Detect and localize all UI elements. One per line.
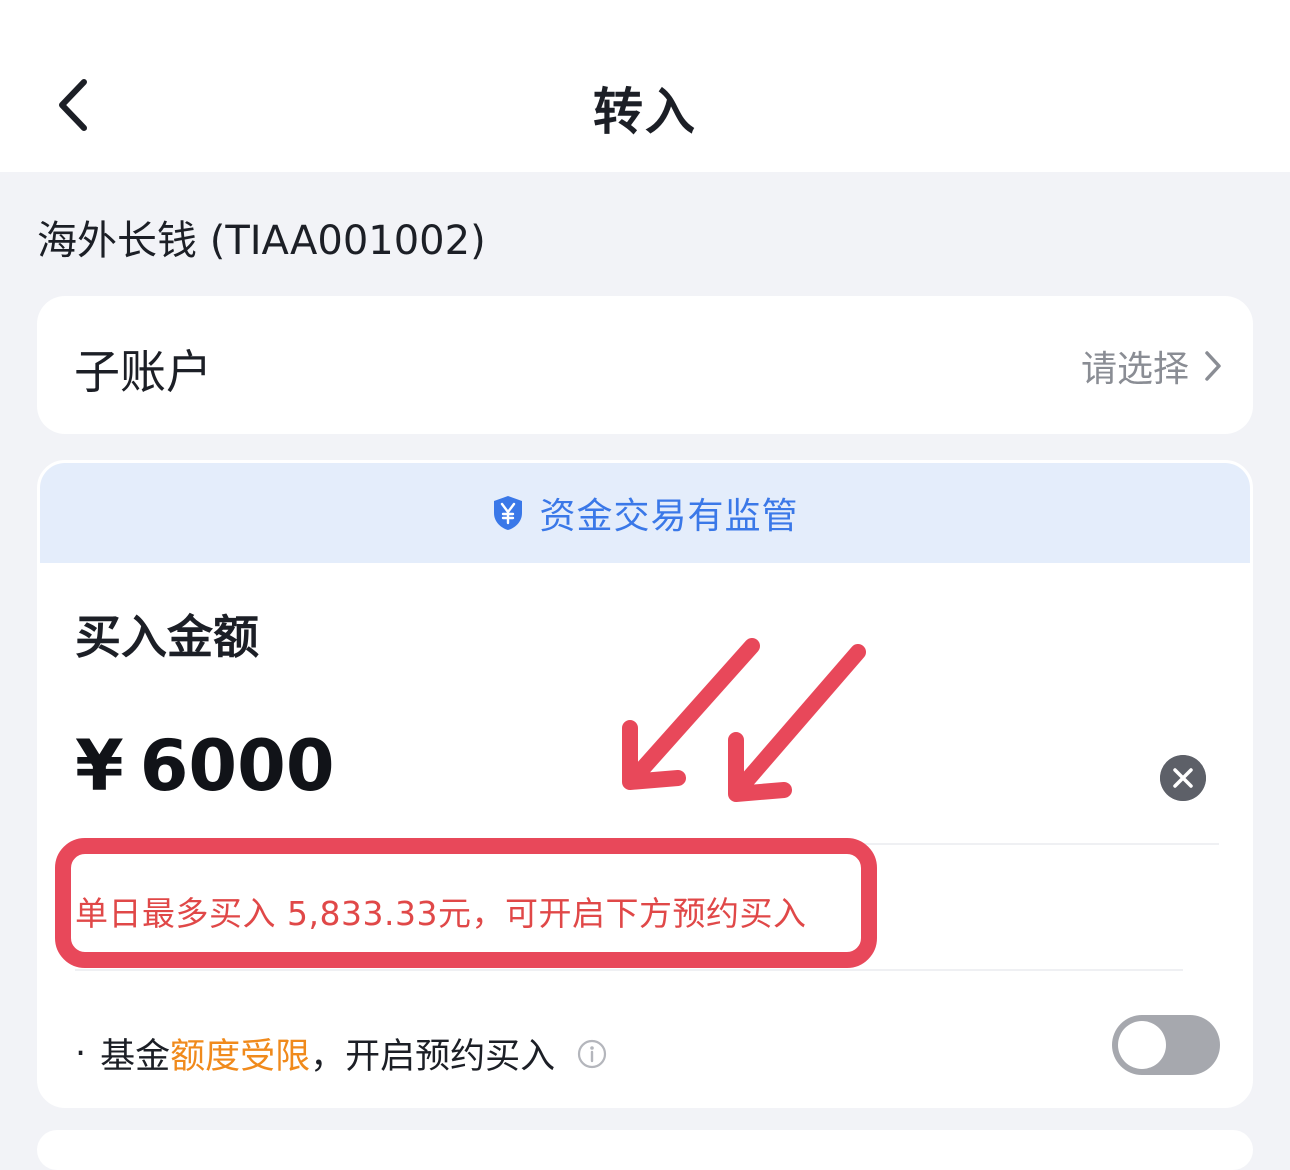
shield-yen-icon (494, 496, 523, 530)
buy-amount-card: 资金交易有监管 买入金额 ¥ 6000 单日最多买入 5,833.33元，可开启… (37, 460, 1253, 1108)
divider (75, 843, 1219, 845)
fund-name: 海外长钱 (TIAA001002) (37, 218, 486, 264)
toggle-knob (1118, 1021, 1166, 1069)
sub-account-row[interactable]: 子账户 请选择 (37, 296, 1253, 434)
reserve-suffix: ，开启预约买入 (310, 1037, 556, 1077)
page-title: 转入 (593, 83, 697, 141)
sub-account-select[interactable]: 请选择 (1081, 340, 1223, 392)
next-card (37, 1130, 1253, 1170)
reserve-purchase-toggle[interactable] (1112, 1015, 1220, 1075)
bullet: · (75, 1033, 87, 1074)
chevron-right-icon (1205, 351, 1221, 381)
divider (75, 969, 1183, 971)
navigation-bar: 转入 (0, 0, 1290, 172)
supervision-text: 资金交易有监管 (539, 496, 799, 537)
purchase-limit-warning: 单日最多买入 5,833.33元，可开启下方预约买入 (75, 894, 807, 933)
reserve-prefix: 基金 (100, 1037, 171, 1077)
quota-limited-link[interactable]: 额度受限 (170, 1028, 310, 1079)
info-icon[interactable] (577, 1039, 607, 1069)
sub-account-placeholder: 请选择 (1080, 349, 1189, 390)
amount-input[interactable]: ¥ 6000 (75, 725, 335, 807)
sub-account-label: 子账户 (74, 345, 212, 399)
buy-amount-title: 买入金额 (75, 610, 259, 664)
reserve-purchase-row: · 基金 额度受限 ，开启预约买入 (75, 1028, 607, 1079)
supervision-banner: 资金交易有监管 (40, 463, 1250, 563)
clear-icon[interactable] (1160, 755, 1206, 801)
currency-symbol: ¥ (75, 725, 124, 807)
amount-value: 6000 (139, 725, 335, 807)
